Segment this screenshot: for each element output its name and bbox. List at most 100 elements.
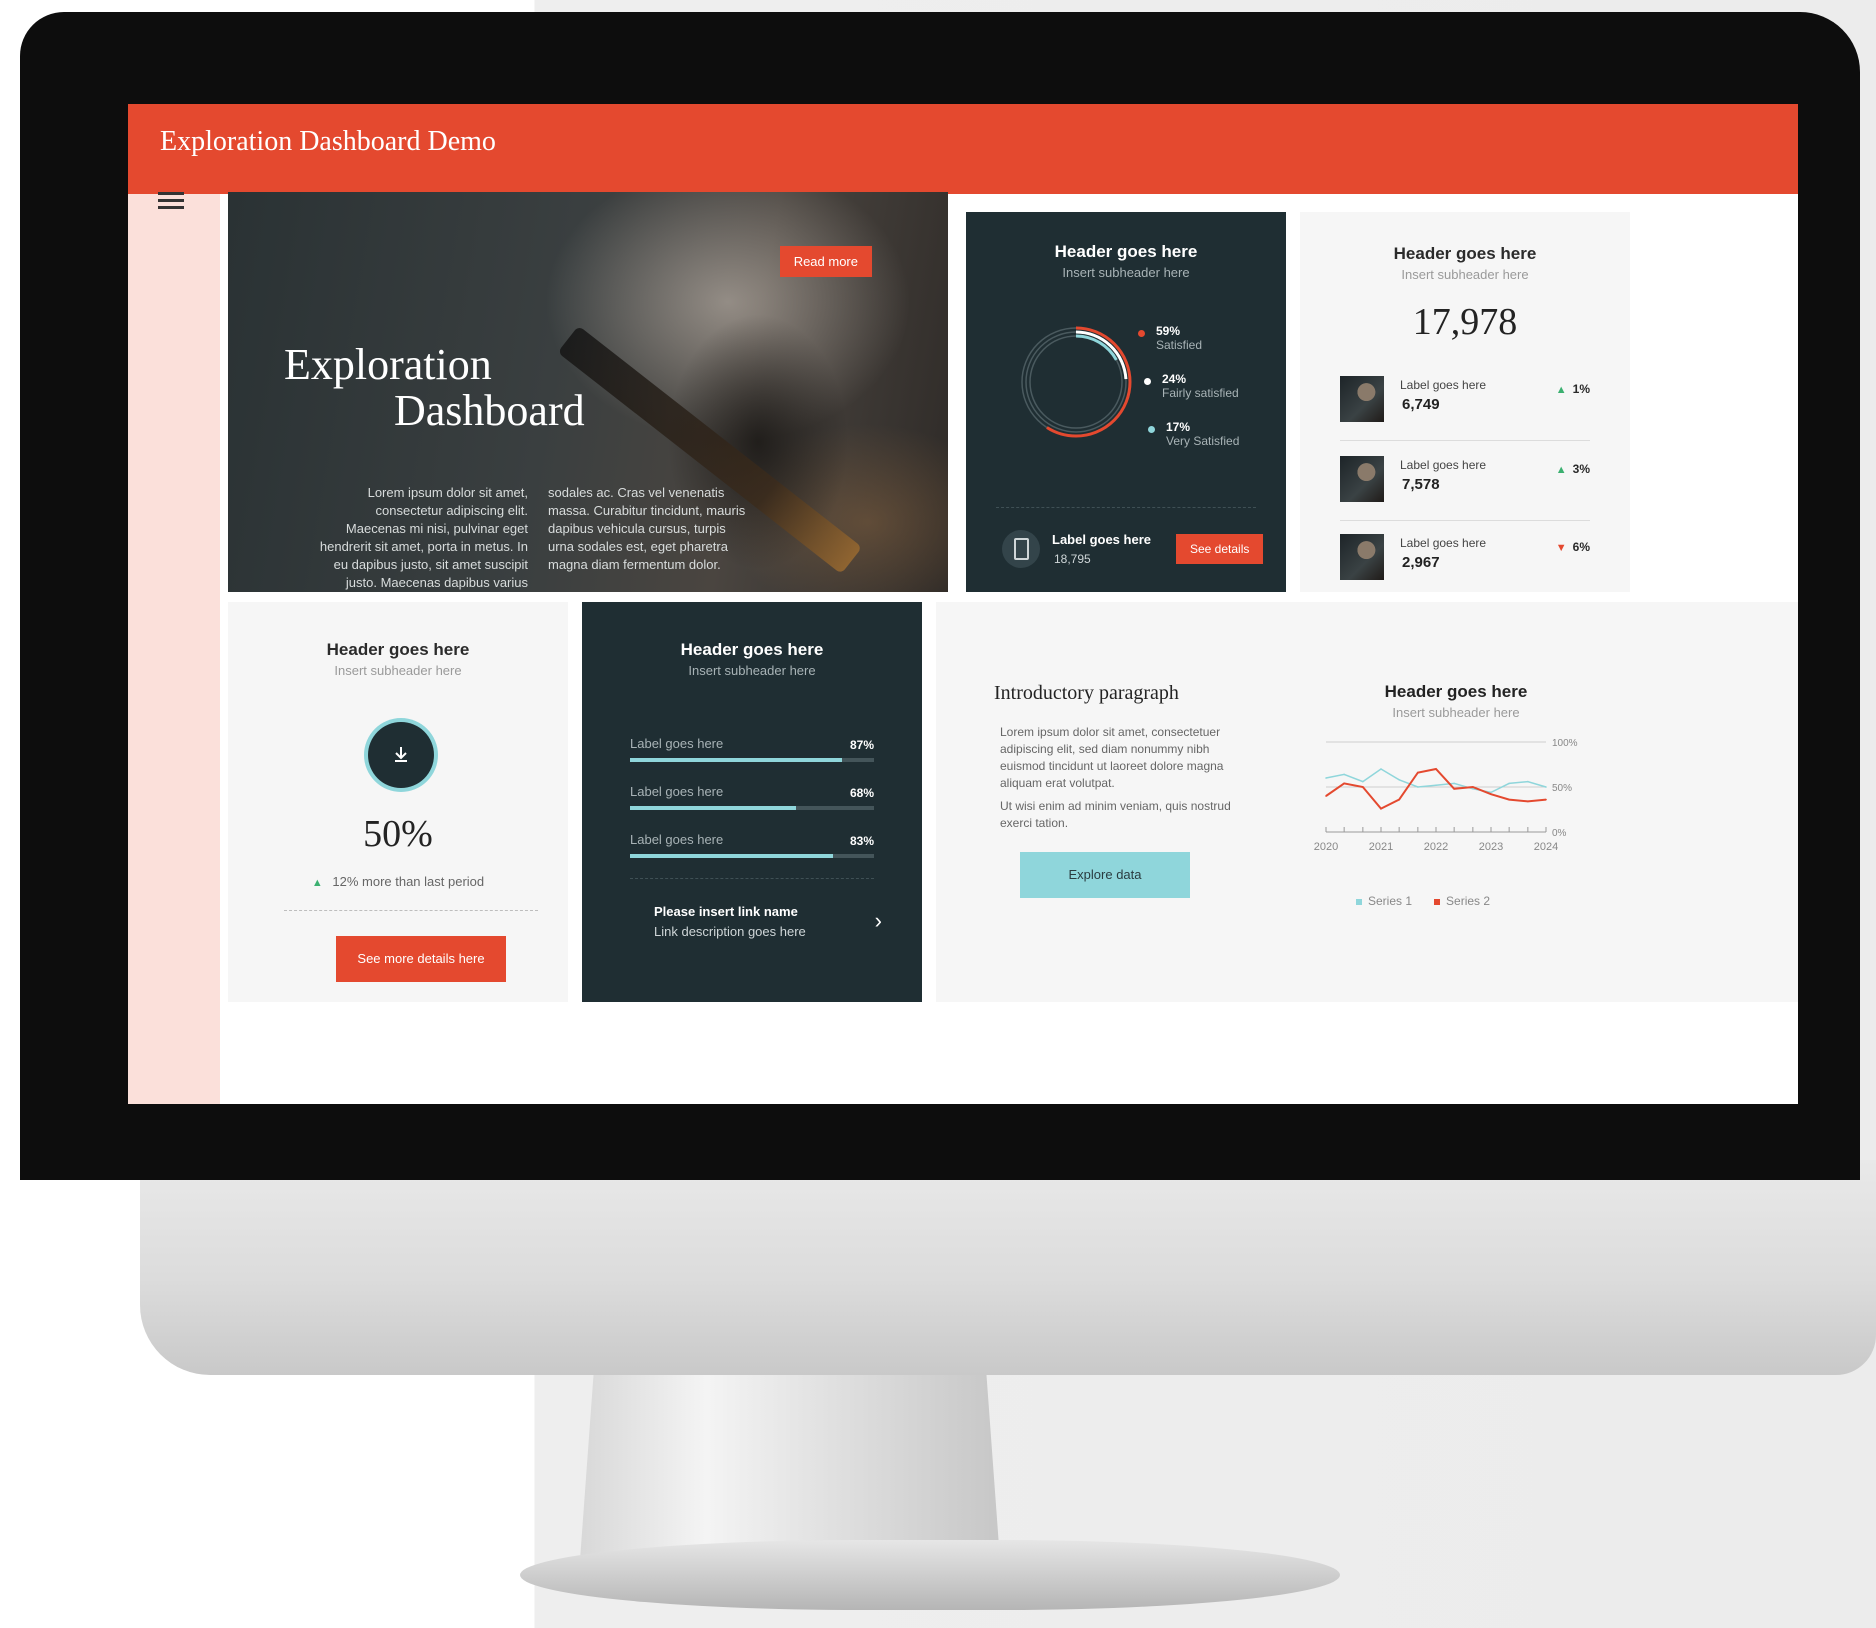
progress-label: Label goes here <box>630 784 724 799</box>
legend-label: Series 2 <box>1446 894 1491 908</box>
legend-pct: 59% <box>1156 324 1181 338</box>
series-2-point <box>1527 800 1529 803</box>
legend-item-satisfied: 59% Satisfied <box>1138 324 1202 352</box>
stat-row[interactable]: Label goes here 6,749 ▲ 1% <box>1340 372 1590 432</box>
divider <box>630 878 874 879</box>
download-icon <box>368 722 434 788</box>
series-2-point <box>1325 795 1327 797</box>
progress-fill <box>630 854 833 858</box>
divider <box>1340 440 1590 441</box>
legend-label: Fairly satisfied <box>1162 386 1239 400</box>
trend-up-icon: ▲ <box>1555 384 1567 396</box>
legend-swatch <box>1356 898 1362 905</box>
stat-label: Label goes here <box>1400 536 1487 550</box>
series-1-point <box>1527 780 1529 783</box>
stats-card: Header goes here Insert subheader here 1… <box>1300 212 1630 592</box>
progress-card: Header goes here Insert subheader here 5… <box>228 602 568 1002</box>
chart-header: Header goes here <box>1384 682 1528 701</box>
y-tick-label: 0% <box>1552 828 1567 839</box>
divider <box>1340 520 1590 521</box>
series-1-point <box>1343 773 1345 776</box>
stat-change: ▲ 1% <box>1556 382 1590 396</box>
card-header: Header goes here <box>1054 242 1198 261</box>
menu-icon[interactable] <box>158 188 184 213</box>
chevron-right-icon[interactable]: › <box>875 908 882 934</box>
hero-card: Read more Exploration Dashboard Lorem ip… <box>228 192 948 592</box>
series-2-point <box>1545 798 1547 801</box>
series-2-point <box>1490 793 1492 795</box>
stat-value: 2,967 <box>1402 554 1440 571</box>
percent-note-text: 12% more than last period <box>332 874 485 889</box>
x-tick-label: 2021 <box>1369 841 1393 853</box>
progress-label: Label goes here <box>630 832 724 847</box>
legend-dot <box>1148 426 1155 433</box>
divider <box>996 507 1256 508</box>
footer-label: Label goes here <box>1052 532 1151 547</box>
progress-row: Label goes here 87% <box>630 736 874 776</box>
series-2-point <box>1417 771 1419 774</box>
stat-value: 6,749 <box>1402 396 1440 413</box>
hero-title: Exploration Dashboard <box>284 342 585 434</box>
series-line-2 <box>1325 767 1547 810</box>
x-tick-label: 2024 <box>1534 841 1558 853</box>
series-1-point <box>1545 786 1547 788</box>
footer-value: 18,795 <box>1054 552 1091 566</box>
progress-pct: 68% <box>849 786 874 800</box>
stat-change: ▲ 3% <box>1556 462 1590 476</box>
see-more-details-button[interactable]: See more details here <box>336 936 506 982</box>
legend-label: Series 1 <box>1368 894 1413 908</box>
legend-item-very-satisfied: 17% Very Satisfied <box>1148 420 1240 448</box>
read-more-button[interactable]: Read more <box>779 246 872 277</box>
series-1-point <box>1362 780 1364 783</box>
stat-change-value: 3% <box>1572 462 1590 476</box>
chart-legend: Series 1 Series 2 <box>1356 894 1556 908</box>
monitor-stand-base <box>520 1540 1340 1610</box>
monitor-chin <box>140 1160 1876 1375</box>
intro-paragraph-2: Ut wisi enim ad minim veniam, quis nostr… <box>1000 799 1231 830</box>
series-2-point <box>1398 798 1400 801</box>
total-value: 17,978 <box>1412 301 1518 343</box>
stat-change-value: 1% <box>1572 382 1590 396</box>
link-name[interactable]: Please insert link name <box>654 904 798 919</box>
series-1-point <box>1453 782 1455 785</box>
hero-body-col1: Lorem ipsum dolor sit amet, consectetur … <box>319 485 528 590</box>
legend-pct: 17% <box>1166 420 1191 434</box>
legend-label: Very Satisfied <box>1166 434 1240 448</box>
progress-track <box>630 854 874 858</box>
series-1-point <box>1398 779 1400 781</box>
series-2-point <box>1472 786 1474 788</box>
card-header: Header goes here <box>326 640 470 659</box>
y-tick-label: 50% <box>1552 783 1572 794</box>
percent-value: 50% <box>363 813 433 855</box>
stat-label: Label goes here <box>1400 378 1487 392</box>
series-1-point <box>1380 768 1382 770</box>
top-bar: Exploration Dashboard Demo <box>128 104 1798 194</box>
stat-change-value: 6% <box>1572 540 1590 554</box>
see-details-button[interactable]: See details <box>1176 534 1264 564</box>
legend-dot <box>1138 330 1145 337</box>
series-2-point <box>1508 798 1510 801</box>
progress-row: Label goes here 68% <box>630 784 874 824</box>
stat-label: Label goes here <box>1400 458 1487 472</box>
stat-value: 7,578 <box>1402 476 1440 493</box>
left-rail <box>128 194 220 1104</box>
series-line-1 <box>1325 768 1547 794</box>
explore-data-button[interactable]: Explore data <box>1020 852 1190 898</box>
progress-fill <box>630 758 843 762</box>
stat-row[interactable]: Label goes here 7,578 ▲ 3% <box>1340 452 1590 512</box>
card-subheader: Insert subheader here <box>1401 267 1529 282</box>
x-tick-label: 2020 <box>1314 841 1338 853</box>
stat-row[interactable]: Label goes here 2,967 ▼ 6% <box>1340 530 1590 590</box>
donut-chart <box>1020 326 1132 438</box>
x-tick-label: 2023 <box>1479 841 1503 853</box>
series-1-point <box>1325 777 1327 779</box>
progress-row: Label goes here 83% <box>630 832 874 872</box>
percent-note: ▲ 12% more than last period <box>228 874 568 889</box>
card-subheader: Insert subheader here <box>1062 265 1190 280</box>
legend-pct: 24% <box>1162 372 1187 386</box>
progress-track <box>630 806 874 810</box>
card-header: Header goes here <box>680 640 824 659</box>
avatar <box>1340 534 1384 580</box>
trend-up-icon: ▲ <box>311 877 323 889</box>
series-2-point <box>1343 782 1345 785</box>
